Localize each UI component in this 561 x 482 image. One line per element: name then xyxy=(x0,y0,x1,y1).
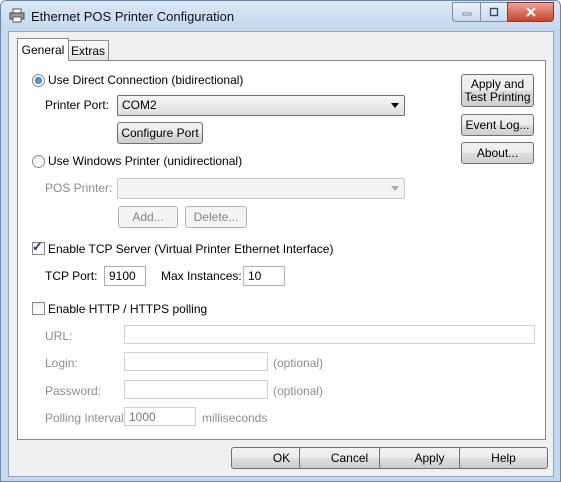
direct-connection-label[interactable]: Use Direct Connection (bidirectional) xyxy=(48,73,243,87)
tcp-server-label[interactable]: Enable TCP Server (Virtual Printer Ether… xyxy=(48,242,333,256)
tcp-port-label: TCP Port: xyxy=(45,269,98,283)
windows-printer-radio[interactable] xyxy=(32,155,45,168)
maximize-button[interactable] xyxy=(480,2,508,22)
title-bar[interactable]: Ethernet POS Printer Configuration xyxy=(1,1,560,31)
pos-printer-select[interactable] xyxy=(117,178,405,199)
checkmark-icon: ✓ xyxy=(32,239,43,254)
general-panel: Use Direct Connection (bidirectional) Pr… xyxy=(17,60,546,440)
tab-general[interactable]: General xyxy=(17,38,69,61)
max-instances-input[interactable] xyxy=(243,266,285,286)
password-input[interactable] xyxy=(124,380,268,399)
printer-port-value: COM2 xyxy=(122,98,157,112)
login-optional-label: (optional) xyxy=(273,356,324,370)
windows-printer-label[interactable]: Use Windows Printer (unidirectional) xyxy=(48,154,242,168)
password-label: Password: xyxy=(45,384,102,398)
direct-connection-radio[interactable] xyxy=(32,74,45,87)
close-icon xyxy=(525,7,536,17)
event-log-button[interactable]: Event Log... xyxy=(461,114,534,136)
printer-port-label: Printer Port: xyxy=(45,98,110,112)
http-polling-checkbox[interactable] xyxy=(32,302,45,315)
configure-port-button[interactable]: Configure Port xyxy=(117,122,203,144)
max-instances-label: Max Instances: xyxy=(161,269,242,283)
minimize-button[interactable] xyxy=(452,2,481,22)
tcp-server-checkbox[interactable]: ✓ xyxy=(32,239,45,255)
dialog-window: Ethernet POS Printer Configuration Gener… xyxy=(0,0,561,482)
password-optional-label: (optional) xyxy=(273,384,324,398)
url-input[interactable] xyxy=(124,325,535,344)
about-button[interactable]: About... xyxy=(461,142,534,164)
printer-icon xyxy=(9,8,25,23)
help-button[interactable]: Help xyxy=(459,447,548,469)
login-label: Login: xyxy=(45,356,78,370)
polling-interval-label: Polling Interval: xyxy=(45,411,128,425)
polling-interval-unit: milliseconds xyxy=(202,411,268,425)
chevron-down-icon xyxy=(391,103,399,108)
apply-test-printing-button[interactable]: Apply and Test Printing xyxy=(461,74,534,107)
tab-extras[interactable]: Extras xyxy=(67,40,109,61)
chevron-down-icon xyxy=(391,186,399,191)
close-button[interactable] xyxy=(507,2,554,22)
window-title: Ethernet POS Printer Configuration xyxy=(31,9,235,24)
maximize-icon xyxy=(489,7,499,17)
minimize-icon xyxy=(462,12,471,16)
printer-port-select[interactable]: COM2 xyxy=(117,95,405,116)
pos-printer-label: POS Printer: xyxy=(45,181,113,195)
url-label: URL: xyxy=(45,329,73,343)
login-input[interactable] xyxy=(124,352,268,371)
polling-interval-input[interactable] xyxy=(124,407,196,426)
tcp-port-input[interactable] xyxy=(104,266,146,286)
radio-selected-dot xyxy=(35,77,42,84)
add-printer-button[interactable]: Add... xyxy=(118,206,178,228)
http-polling-label[interactable]: Enable HTTP / HTTPS polling xyxy=(48,302,207,316)
delete-printer-button[interactable]: Delete... xyxy=(185,206,247,228)
client-area: General Extras Use Direct Connection (bi… xyxy=(8,31,554,477)
